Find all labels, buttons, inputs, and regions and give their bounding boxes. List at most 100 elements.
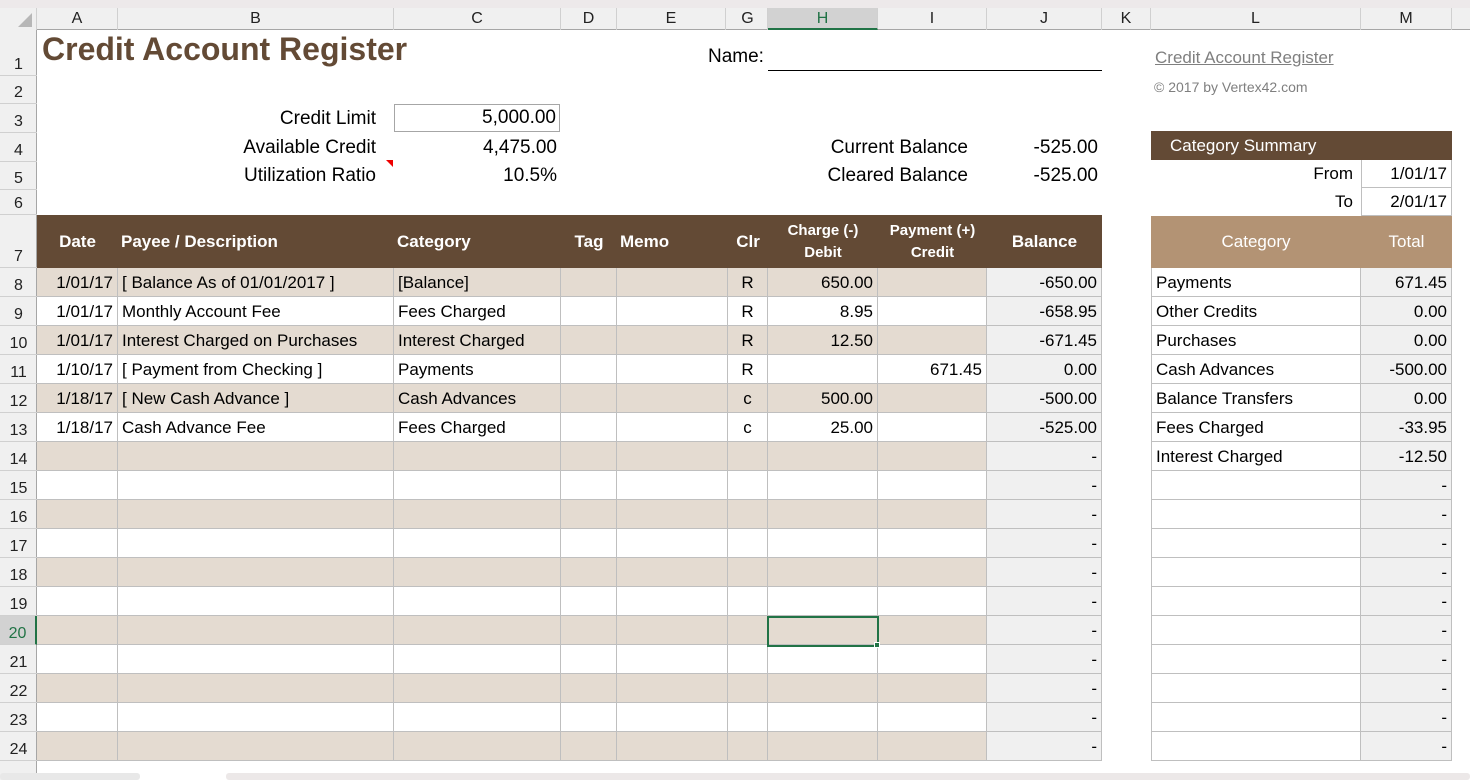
row-header-12[interactable]: 12 [0, 384, 37, 413]
cell-charge[interactable]: 25.00 [768, 413, 878, 442]
cell-payment[interactable] [878, 326, 987, 355]
cell-date[interactable]: 1/01/17 [37, 297, 118, 326]
cell-category[interactable] [394, 732, 561, 761]
cell-payment[interactable] [878, 442, 987, 471]
cell-date[interactable]: 1/18/17 [37, 413, 118, 442]
cell-payment[interactable] [878, 587, 987, 616]
column-header-d[interactable]: D [561, 8, 617, 30]
cell-memo[interactable] [617, 471, 728, 500]
cell-payment[interactable] [878, 471, 987, 500]
row-header-10[interactable]: 10 [0, 326, 37, 355]
cell-payment[interactable] [878, 616, 987, 645]
col-header-payment[interactable]: Payment (+) Credit [878, 215, 987, 268]
cell-payment[interactable] [878, 558, 987, 587]
summary-category[interactable]: Purchases [1151, 326, 1361, 355]
select-all-button[interactable] [0, 8, 37, 30]
cell-payee[interactable] [118, 732, 394, 761]
summary-category[interactable] [1151, 587, 1361, 616]
cell-clr[interactable]: R [728, 268, 768, 297]
cell-charge[interactable]: 500.00 [768, 384, 878, 413]
cell-date[interactable] [37, 732, 118, 761]
col-header-category[interactable]: Category [397, 215, 557, 268]
column-header-h[interactable]: H [768, 8, 878, 30]
horizontal-scrollbar[interactable] [226, 773, 1470, 780]
summary-category[interactable]: Payments [1151, 268, 1361, 297]
cell-tag[interactable] [561, 500, 617, 529]
cell-date[interactable] [37, 471, 118, 500]
cell-tag[interactable] [561, 442, 617, 471]
cell-memo[interactable] [617, 355, 728, 384]
sheet-tab-scroll[interactable] [0, 773, 140, 780]
cell-tag[interactable] [561, 413, 617, 442]
cell-charge[interactable] [768, 674, 878, 703]
cell-balance[interactable]: -525.00 [987, 413, 1102, 442]
cell-date[interactable]: 1/01/17 [37, 268, 118, 297]
cell-payee[interactable]: Monthly Account Fee [118, 297, 394, 326]
summary-category[interactable] [1151, 732, 1361, 761]
cell-payee[interactable] [118, 703, 394, 732]
cell-memo[interactable] [617, 413, 728, 442]
column-header-e[interactable]: E [617, 8, 726, 30]
cell-payee[interactable] [118, 442, 394, 471]
row-header-4[interactable]: 4 [0, 133, 37, 162]
row-header-15[interactable]: 15 [0, 471, 37, 500]
fill-handle[interactable] [874, 642, 880, 648]
column-header-i[interactable]: I [878, 8, 987, 30]
cell-payee[interactable]: [ Balance As of 01/01/2017 ] [118, 268, 394, 297]
cell-memo[interactable] [617, 703, 728, 732]
cell-balance[interactable]: - [987, 645, 1102, 674]
row-header-9[interactable]: 9 [0, 297, 37, 326]
cell-charge[interactable] [768, 500, 878, 529]
cell-date[interactable] [37, 703, 118, 732]
cell-tag[interactable] [561, 703, 617, 732]
cell-balance[interactable]: - [987, 703, 1102, 732]
column-header-m[interactable]: M [1361, 8, 1452, 30]
cell-date[interactable] [37, 442, 118, 471]
cell-memo[interactable] [617, 529, 728, 558]
row-header-17[interactable]: 17 [0, 529, 37, 558]
column-header-a[interactable]: A [37, 8, 118, 30]
summary-category[interactable] [1151, 500, 1361, 529]
cell-date[interactable] [37, 529, 118, 558]
col-header-balance[interactable]: Balance [987, 215, 1102, 268]
cell-clr[interactable] [728, 500, 768, 529]
cell-clr[interactable]: R [728, 326, 768, 355]
cell-payee[interactable]: [ Payment from Checking ] [118, 355, 394, 384]
cell-tag[interactable] [561, 355, 617, 384]
cell-category[interactable] [394, 616, 561, 645]
cell-tag[interactable] [561, 645, 617, 674]
cell-category[interactable] [394, 471, 561, 500]
cell-tag[interactable] [561, 674, 617, 703]
cell-clr[interactable] [728, 529, 768, 558]
cell-payment[interactable] [878, 529, 987, 558]
row-header-5[interactable]: 5 [0, 162, 37, 190]
cell-payee[interactable] [118, 558, 394, 587]
column-header-g[interactable]: G [728, 8, 768, 30]
col-header-date[interactable]: Date [37, 215, 118, 268]
cell-date[interactable]: 1/01/17 [37, 326, 118, 355]
cell-date[interactable] [37, 587, 118, 616]
cell-tag[interactable] [561, 297, 617, 326]
summary-category[interactable] [1151, 674, 1361, 703]
row-header-1[interactable]: 1 [0, 29, 37, 76]
cell-clr[interactable]: c [728, 413, 768, 442]
cell-tag[interactable] [561, 268, 617, 297]
cell-balance[interactable]: 0.00 [987, 355, 1102, 384]
row-header-24[interactable]: 24 [0, 732, 37, 761]
cell-charge[interactable] [768, 355, 878, 384]
cell-balance[interactable]: - [987, 500, 1102, 529]
cell-balance[interactable]: - [987, 558, 1102, 587]
row-header-18[interactable]: 18 [0, 558, 37, 587]
cell-charge[interactable] [768, 703, 878, 732]
summary-category[interactable]: Interest Charged [1151, 442, 1361, 471]
cell-tag[interactable] [561, 587, 617, 616]
active-cell-selection[interactable] [767, 616, 879, 647]
cell-tag[interactable] [561, 529, 617, 558]
vertex42-link[interactable]: Credit Account Register [1155, 48, 1334, 68]
cell-category[interactable] [394, 587, 561, 616]
cell-balance[interactable]: - [987, 616, 1102, 645]
summary-category[interactable] [1151, 645, 1361, 674]
summary-category[interactable]: Fees Charged [1151, 413, 1361, 442]
cell-date[interactable]: 1/10/17 [37, 355, 118, 384]
row-header-20[interactable]: 20 [0, 616, 37, 645]
